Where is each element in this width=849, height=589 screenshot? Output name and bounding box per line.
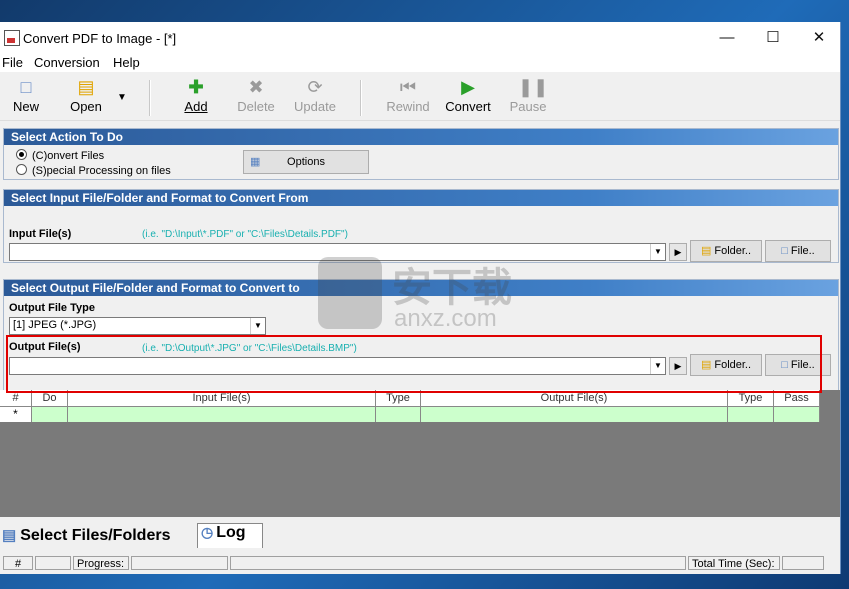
grid-cell-pass[interactable] xyxy=(774,406,820,422)
input-folder-button[interactable]: ▤ Folder.. xyxy=(690,240,762,262)
update-button[interactable]: ⟳ Update xyxy=(292,77,338,114)
delete-button[interactable]: ✖ Delete xyxy=(234,77,278,114)
chevron-down-icon[interactable]: ▼ xyxy=(250,318,265,334)
maximize-button[interactable]: ☐ xyxy=(750,22,796,54)
convert-button[interactable]: ▶ Convert xyxy=(444,77,492,114)
radio-unselected-icon xyxy=(16,164,27,175)
action-section-header: Select Action To Do xyxy=(4,129,838,145)
open-folder-icon: ▤ xyxy=(77,77,95,97)
open-dropdown-arrow[interactable]: ▼ xyxy=(114,88,130,103)
grid-cell-output[interactable] xyxy=(421,406,728,422)
chevron-down-icon[interactable]: ▼ xyxy=(650,244,665,260)
window-title: Convert PDF to Image - [*] xyxy=(23,31,177,46)
new-file-icon: □ xyxy=(20,77,32,97)
bottom-tabs: ▤ Select Files/Folders ◷ Log xyxy=(0,522,840,548)
chevron-down-icon: ▼ xyxy=(117,92,127,103)
status-total-time-label: Total Time (Sec): xyxy=(688,556,780,570)
files-icon: ▤ xyxy=(2,527,17,544)
delete-x-icon: ✖ xyxy=(248,77,264,97)
input-hint: (i.e. "D:\Input\*.PDF" or "C:\Files\Deta… xyxy=(142,229,348,240)
tab-select-files[interactable]: ▤ Select Files/Folders xyxy=(2,526,194,550)
file-grid: # Do Input File(s) Type Output File(s) T… xyxy=(0,390,840,517)
title-bar: Convert PDF to Image - [*] — ☐ ✕ xyxy=(0,22,840,54)
folder-icon: ▤ xyxy=(700,245,712,257)
input-files-label: Input File(s) xyxy=(9,228,72,240)
output-type-label: Output File Type xyxy=(9,302,95,314)
clock-icon: ◷ xyxy=(201,524,214,540)
status-blank xyxy=(35,556,71,570)
grid-cell-output-type[interactable] xyxy=(728,406,774,422)
menu-help[interactable]: Help xyxy=(113,55,140,70)
file-icon: □ xyxy=(781,245,788,257)
status-progress-value xyxy=(131,556,228,570)
action-section: Select Action To Do (C)onvert Files (S)p… xyxy=(3,128,839,180)
grid-row-marker: * xyxy=(0,406,32,422)
toolbar-separator xyxy=(149,80,151,116)
minimize-button[interactable]: — xyxy=(704,22,750,54)
pause-icon: ❚❚ xyxy=(518,77,549,97)
grid-cell-input[interactable] xyxy=(68,406,376,422)
new-button[interactable]: □ New xyxy=(8,77,44,114)
add-button[interactable]: ✚ Add xyxy=(178,77,214,114)
play-icon: ▶ xyxy=(461,77,475,97)
options-button[interactable]: ▦ Options xyxy=(243,150,369,174)
grid-cell-input-type[interactable] xyxy=(376,406,421,422)
input-file-button[interactable]: □ File.. xyxy=(765,240,831,262)
convert-files-radio[interactable]: (C)onvert Files xyxy=(16,149,104,162)
open-button[interactable]: ▤ Open xyxy=(66,77,106,114)
status-total-time-value xyxy=(782,556,824,570)
pause-button[interactable]: ❚❚ Pause xyxy=(508,77,549,114)
shield-logo-icon xyxy=(318,257,382,329)
highlight-box xyxy=(6,335,822,393)
radio-selected-icon xyxy=(16,149,27,160)
watermark: 安下载 anxz.com xyxy=(318,255,538,335)
output-type-select[interactable]: [1] JPEG (*.JPG) ▼ xyxy=(9,317,266,335)
rewind-button[interactable]: ⏮ Rewind xyxy=(385,77,431,114)
menu-conversion[interactable]: Conversion xyxy=(34,55,100,70)
input-section-header: Select Input File/Folder and Format to C… xyxy=(4,190,838,206)
close-button[interactable]: ✕ xyxy=(796,22,842,54)
input-arrow-button[interactable]: ▶ xyxy=(669,243,687,261)
tab-log[interactable]: ◷ Log xyxy=(197,523,263,548)
toolbar-separator xyxy=(360,80,362,116)
refresh-icon: ⟳ xyxy=(307,77,323,97)
app-icon xyxy=(4,30,20,46)
menu-bar: File Conversion Help xyxy=(0,54,840,72)
status-message xyxy=(230,556,686,570)
special-processing-radio[interactable]: (S)pecial Processing on files xyxy=(16,164,171,177)
rewind-icon: ⏮ xyxy=(399,77,417,97)
toolbar: □ New ▤ Open ▼ ✚ Add ✖ Delete ⟳ Update ⏮… xyxy=(0,74,840,121)
status-bar: # Progress: Total Time (Sec): xyxy=(0,554,840,572)
play-small-icon: ▶ xyxy=(674,247,682,257)
status-progress-label: Progress: xyxy=(73,556,129,570)
menu-file[interactable]: File xyxy=(2,55,23,70)
options-icon: ▦ xyxy=(250,156,261,168)
watermark-text-en: anxz.com xyxy=(394,305,497,332)
plus-icon: ✚ xyxy=(188,77,204,97)
input-section: Select Input File/Folder and Format to C… xyxy=(3,189,839,263)
grid-cell-do[interactable] xyxy=(32,406,68,422)
status-number: # xyxy=(3,556,33,570)
